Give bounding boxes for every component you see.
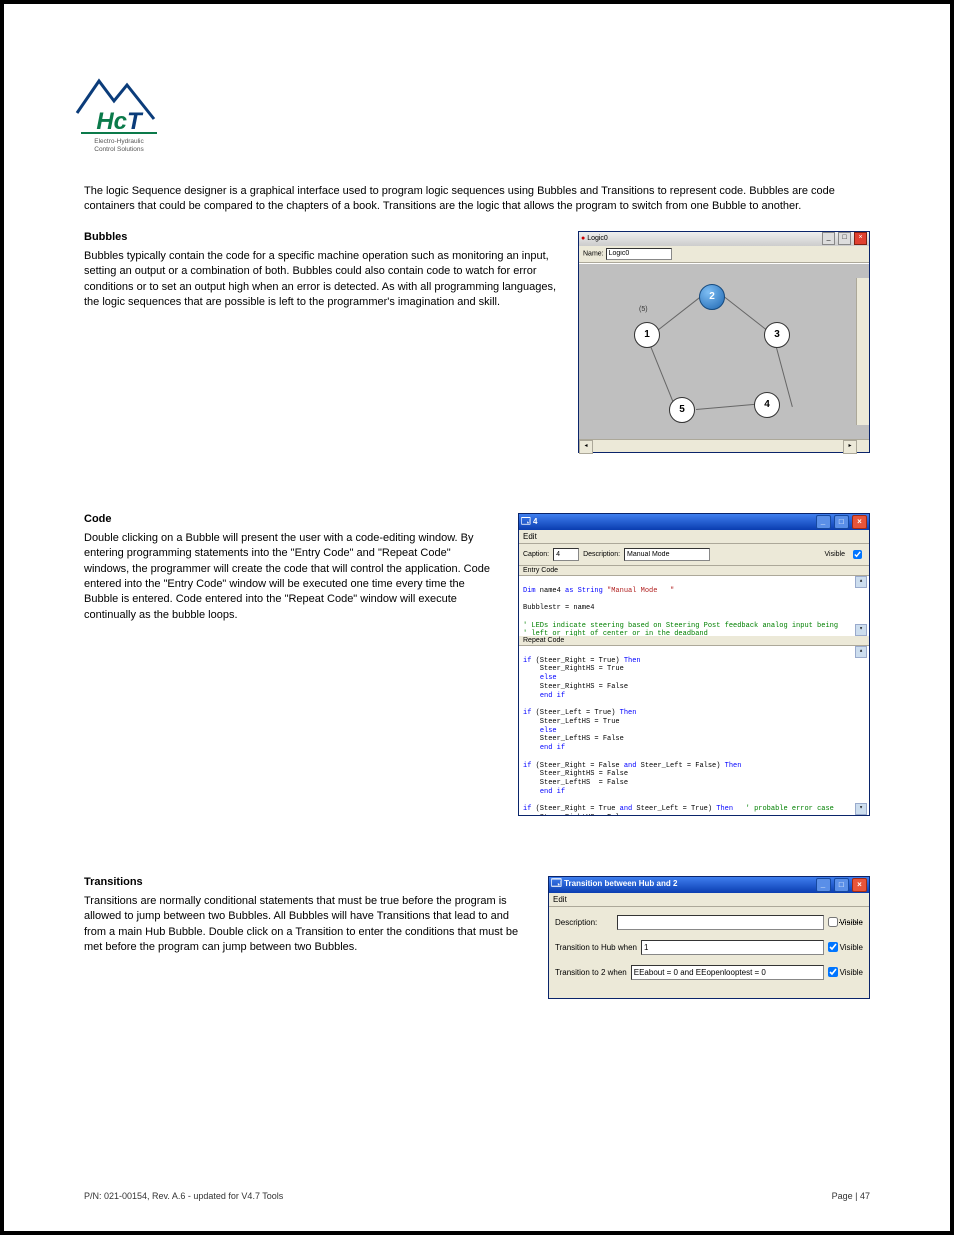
- scroll-up-button[interactable]: ▴: [855, 646, 867, 658]
- editor-form: Caption: Description: Visible: [519, 544, 869, 566]
- svg-text:HcT: HcT: [96, 108, 144, 135]
- transition-2-label: Transition to 2 when: [555, 968, 627, 977]
- code-body: Double clicking on a Bubble will present…: [84, 531, 498, 623]
- diagram-toolbar: Name:: [579, 246, 869, 263]
- description-label: Description:: [583, 551, 620, 558]
- maximize-button[interactable]: □: [834, 878, 849, 892]
- logic-designer-window: ● Logic0 _ □ × Name:: [578, 231, 870, 453]
- transition-2-input[interactable]: [631, 965, 824, 980]
- editor-titlebar: 🗔 4 _ □ ×: [519, 514, 869, 530]
- svg-text:Electro-Hydraulic: Electro-Hydraulic: [94, 138, 144, 145]
- caption-label: Caption:: [523, 551, 549, 558]
- repeat-code-label: Repeat Code: [519, 636, 869, 646]
- description-input[interactable]: [624, 548, 710, 561]
- transition-title: Transition between Hub and 2: [564, 879, 677, 888]
- scroll-up-button[interactable]: ▴: [855, 576, 867, 588]
- close-button[interactable]: ×: [852, 515, 867, 529]
- transitions-body: Transitions are normally conditional sta…: [84, 894, 528, 956]
- editor-title: 4: [533, 517, 537, 526]
- intro-paragraph: The logic Sequence designer is a graphic…: [84, 184, 870, 215]
- window-title: ● Logic0: [581, 235, 608, 242]
- visible-checkbox[interactable]: [853, 550, 862, 559]
- vertical-scrollbar[interactable]: [856, 278, 869, 425]
- visible-checkbox[interactable]: [828, 917, 838, 927]
- description-input[interactable]: [617, 915, 824, 930]
- scroll-down-button[interactable]: ▾: [855, 803, 867, 815]
- transition-titlebar: 🗔 Transition between Hub and 2 _ □ ×: [549, 877, 869, 893]
- bubble-1[interactable]: 1: [634, 322, 660, 348]
- transition-hub-label: Transition to Hub when: [555, 943, 637, 952]
- name-label: Name:: [583, 250, 604, 257]
- footer-left: P/N: 021-00154, Rev. A.6 - updated for V…: [84, 1191, 283, 1201]
- close-button[interactable]: ×: [852, 878, 867, 892]
- description-label: Description:: [555, 918, 613, 927]
- entry-code-editor[interactable]: Dim name4 as String "Manual Mode " Bubbl…: [519, 576, 869, 636]
- svg-text:Control Solutions: Control Solutions: [94, 146, 144, 153]
- menu-bar[interactable]: Edit: [519, 530, 869, 544]
- bubble-3[interactable]: 3: [764, 322, 790, 348]
- visible-checkbox[interactable]: [828, 942, 838, 952]
- visible-label: Visible: [840, 943, 863, 952]
- visible-label: Visible: [840, 968, 863, 977]
- close-button[interactable]: ×: [854, 232, 867, 245]
- maximize-button[interactable]: □: [834, 515, 849, 529]
- diagram-canvas[interactable]: (5) 1 2 3 4 5: [579, 263, 869, 439]
- bubble-5[interactable]: 5: [669, 397, 695, 423]
- footer-right: Page | 47: [832, 1191, 870, 1201]
- transition-editor-window: 🗔 Transition between Hub and 2 _ □ × Edi…: [548, 876, 870, 999]
- horizontal-scrollbar[interactable]: ◂ ▸: [579, 439, 869, 452]
- bubbles-heading: Bubbles: [84, 231, 558, 243]
- transitions-heading: Transitions: [84, 876, 528, 888]
- minimize-button[interactable]: _: [816, 878, 831, 892]
- window-titlebar: ● Logic0 _ □ ×: [579, 232, 869, 246]
- scroll-down-button[interactable]: ▾: [855, 624, 867, 636]
- entry-code-label: Entry Code: [519, 566, 869, 576]
- visible-label: Visible: [840, 918, 863, 927]
- visible-label: Visible: [825, 551, 846, 558]
- scroll-right-button[interactable]: ▸: [843, 440, 857, 454]
- minimize-button[interactable]: _: [816, 515, 831, 529]
- repeat-code-editor[interactable]: if (Steer_Right = True) Then Steer_Right…: [519, 646, 869, 815]
- name-input[interactable]: [606, 248, 672, 260]
- maximize-button[interactable]: □: [838, 232, 851, 245]
- caption-input[interactable]: [553, 548, 579, 561]
- scroll-left-button[interactable]: ◂: [579, 440, 593, 454]
- page-footer: P/N: 021-00154, Rev. A.6 - updated for V…: [84, 1191, 870, 1201]
- bubble-editor-window: 🗔 4 _ □ × Edit Caption: Description: Vis…: [518, 513, 870, 816]
- bubbles-body: Bubbles typically contain the code for a…: [84, 249, 558, 311]
- code-heading: Code: [84, 513, 498, 525]
- minimize-button[interactable]: _: [822, 232, 835, 245]
- bubble-4[interactable]: 4: [754, 392, 780, 418]
- transition-hub-input[interactable]: [641, 940, 824, 955]
- logo: HcT Electro-Hydraulic Control Solutions: [69, 69, 169, 154]
- bubble-2[interactable]: 2: [699, 284, 725, 310]
- visible-checkbox[interactable]: [828, 967, 838, 977]
- menu-bar[interactable]: Edit: [549, 893, 869, 907]
- edge-label: (5): [639, 306, 648, 313]
